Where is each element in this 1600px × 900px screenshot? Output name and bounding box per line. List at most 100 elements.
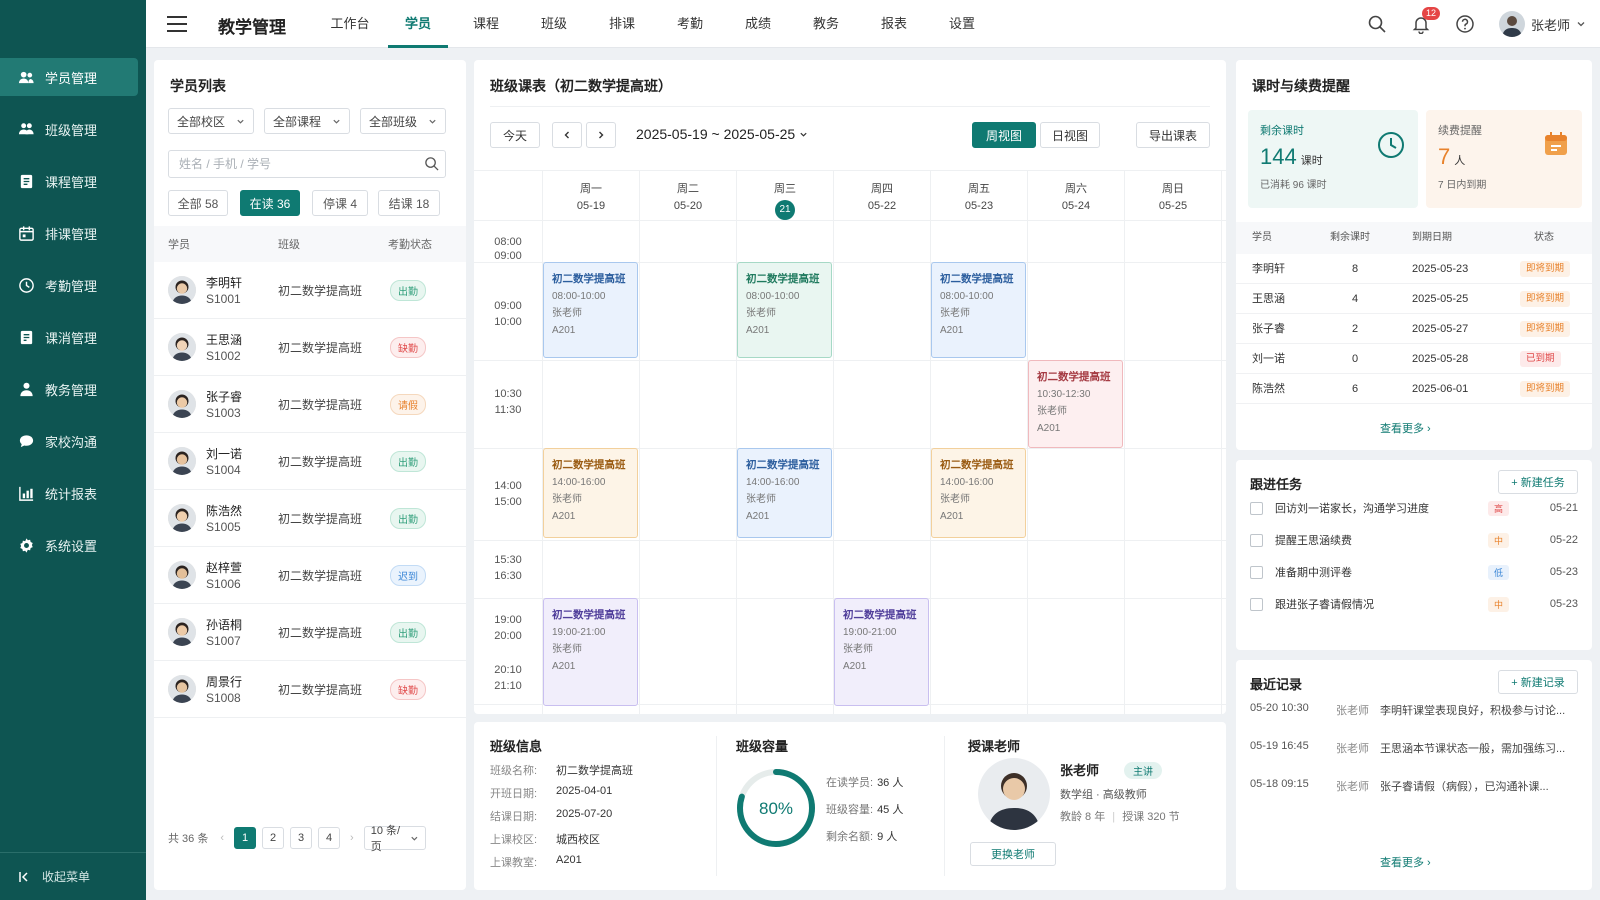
today-button[interactable]: 今天 [490, 122, 540, 148]
student-name: 王思涵 [206, 333, 243, 347]
student-row[interactable]: 李明轩 S1001 初二数学提高班 出勤 [154, 262, 466, 319]
record-item[interactable]: 05-19 16:45 张老师 王思涵本节课状态一般，需加强练习... [1250, 740, 1578, 760]
chevron-down-icon [429, 119, 436, 124]
sidebar-item-4[interactable]: 排课管理 [0, 214, 138, 252]
student-row[interactable]: 张子睿 S1003 初二数学提高班 请假 [154, 376, 466, 433]
renewal-row[interactable]: 王思涵 4 2025-05-25 即将到期 [1236, 284, 1592, 314]
student-row[interactable]: 陈浩然 S1005 初二数学提高班 出勤 [154, 490, 466, 547]
nav-tab-3[interactable]: 课程 [452, 0, 520, 48]
course-block[interactable]: 初二数学提高班 08:00-10:00 张老师 A201 [543, 262, 638, 358]
records-view-more-link[interactable]: 查看更多 › [1380, 854, 1431, 870]
nav-tab-5[interactable]: 排课 [588, 0, 656, 48]
student-row[interactable]: 刘一诺 S1004 初二数学提高班 出勤 [154, 433, 466, 490]
student-name: 赵梓萱 [206, 561, 243, 575]
user-menu[interactable]: 张老师 [1498, 11, 1586, 37]
renewal-row[interactable]: 陈浩然 6 2025-06-01 即将到期 [1236, 374, 1592, 404]
nav-tab-7[interactable]: 成绩 [724, 0, 792, 48]
sidebar-item-10[interactable]: 系统设置 [0, 526, 138, 564]
search-icon[interactable] [424, 156, 439, 171]
nav-tab-6[interactable]: 考勤 [656, 0, 724, 48]
status-tab-4[interactable]: 结课 18 [378, 190, 440, 216]
student-row[interactable]: 赵梓萱 S1006 初二数学提高班 迟到 [154, 547, 466, 604]
nav-tab-2[interactable]: 学员 [384, 0, 452, 48]
notification-button[interactable]: 12 [1411, 7, 1440, 35]
change-teacher-button[interactable]: 更换老师 [970, 842, 1056, 866]
course-block[interactable]: 初二数学提高班 08:00-10:00 张老师 A201 [931, 262, 1026, 358]
prev-page-icon[interactable]: ‹ [220, 832, 224, 844]
course-block[interactable]: 初二数学提高班 14:00-16:00 张老师 A201 [543, 448, 638, 538]
renewal-row[interactable]: 李明轩 8 2025-05-23 即将到期 [1236, 254, 1592, 284]
record-time: 05-20 10:30 [1250, 702, 1309, 714]
time-label: 10:00 [494, 316, 522, 328]
renewal-remaining: 2 [1352, 323, 1359, 335]
task-checkbox[interactable] [1250, 501, 1263, 515]
status-tab-1[interactable]: 全部 58 [168, 190, 228, 216]
hours-view-more-link[interactable]: 查看更多 › [1380, 420, 1431, 436]
status-tab-3[interactable]: 停课 4 [312, 190, 368, 216]
student-row[interactable]: 孙语桐 S1007 初二数学提高班 出勤 [154, 604, 466, 661]
help-icon[interactable] [1455, 14, 1475, 34]
collapse-menu-button[interactable]: 收起菜单 [0, 852, 146, 900]
campus-filter-select[interactable]: 全部校区 [168, 108, 254, 134]
attendance-status-badge: 出勤 [390, 508, 426, 529]
renewal-unit: 人 [1454, 155, 1466, 167]
sidebar-item-6[interactable]: 课消管理 [0, 318, 138, 356]
day-view-button[interactable]: 日视图 [1040, 122, 1100, 148]
course-block[interactable]: 初二数学提高班 10:30-12:30 张老师 A201 [1028, 360, 1123, 448]
student-row[interactable]: 周景行 S1008 初二数学提高班 缺勤 [154, 661, 466, 718]
week-view-button[interactable]: 周视图 [972, 122, 1036, 148]
task-checkbox[interactable] [1250, 597, 1263, 611]
page-1-button[interactable]: 1 [234, 827, 257, 849]
page-size-select[interactable]: 10 条/页 [363, 825, 426, 853]
nav-tab-8[interactable]: 教务 [792, 0, 860, 48]
course-teacher: 张老师 [746, 494, 776, 505]
nav-tab-9[interactable]: 报表 [860, 0, 928, 48]
sidebar-item-5[interactable]: 考勤管理 [0, 266, 138, 304]
course-block[interactable]: 初二数学提高班 19:00-21:00 张老师 A201 [543, 598, 638, 706]
task-checkbox[interactable] [1250, 565, 1263, 579]
menu-icon[interactable] [166, 14, 188, 34]
time-label: 10:30 [494, 388, 522, 400]
renewal-reminder-card: 续费提醒 7人 7 日内到期 [1426, 110, 1582, 208]
top-nav: 工作台 学员 课程 班级 排课 考勤 成绩 教务 报表 设置 [316, 0, 996, 48]
page-3-button[interactable]: 3 [290, 827, 313, 849]
record-item[interactable]: 05-20 10:30 张老师 李明轩课堂表现良好，积极参与讨论... [1250, 702, 1578, 722]
class-filter-select[interactable]: 全部班级 [360, 108, 446, 134]
search-icon[interactable] [1367, 14, 1387, 34]
next-page-icon[interactable]: › [350, 832, 354, 844]
course-filter-select[interactable]: 全部课程 [264, 108, 350, 134]
remaining-hours-unit: 课时 [1300, 155, 1323, 167]
class-info-key: 开班日期: [490, 788, 538, 800]
course-block[interactable]: 初二数学提高班 14:00-16:00 张老师 A201 [931, 448, 1026, 538]
sidebar-item-9[interactable]: 统计报表 [0, 474, 138, 512]
renewal-row[interactable]: 刘一诺 0 2025-05-28 已到期 [1236, 344, 1592, 374]
add-task-button[interactable]: + 新建任务 [1498, 470, 1578, 494]
add-record-button[interactable]: + 新建记录 [1498, 670, 1578, 694]
next-week-button[interactable] [586, 122, 616, 148]
student-row[interactable]: 王思涵 S1002 初二数学提高班 缺勤 [154, 319, 466, 376]
renewal-row[interactable]: 张子睿 2 2025-05-27 即将到期 [1236, 314, 1592, 344]
nav-tab-4[interactable]: 班级 [520, 0, 588, 48]
sidebar-item-3[interactable]: 课程管理 [0, 162, 138, 200]
sidebar-item-1[interactable]: 学员管理 [0, 58, 138, 96]
course-block[interactable]: 初二数学提高班 19:00-21:00 张老师 A201 [834, 598, 929, 706]
course-block[interactable]: 初二数学提高班 14:00-16:00 张老师 A201 [737, 448, 832, 538]
sidebar-item-2[interactable]: 班级管理 [0, 110, 138, 148]
page-4-button[interactable]: 4 [318, 827, 341, 849]
nav-tab-1[interactable]: 工作台 [316, 0, 384, 48]
status-tab-2[interactable]: 在读 36 [240, 190, 300, 216]
task-item: 准备期中测评卷 低 05-23 [1250, 562, 1578, 582]
record-text: 王思涵本节课状态一般，需加强练习... [1380, 743, 1566, 755]
date-range-picker[interactable]: 2025-05-19 ~ 2025-05-25 [636, 126, 808, 142]
course-block[interactable]: 初二数学提高班 08:00-10:00 张老师 A201 [737, 262, 832, 358]
nav-tab-10[interactable]: 设置 [928, 0, 996, 48]
record-item[interactable]: 05-18 09:15 张老师 张子睿请假（病假），已沟通补课... [1250, 778, 1578, 798]
sidebar-item-7[interactable]: 教务管理 [0, 370, 138, 408]
sidebar-item-8[interactable]: 家校沟通 [0, 422, 138, 460]
prev-week-button[interactable] [552, 122, 582, 148]
export-schedule-button[interactable]: 导出课表 [1136, 122, 1210, 148]
student-search-input[interactable] [168, 150, 446, 178]
task-checkbox[interactable] [1250, 533, 1263, 547]
capacity-row: 在读学员: 36 人 [826, 774, 903, 790]
page-2-button[interactable]: 2 [262, 827, 285, 849]
